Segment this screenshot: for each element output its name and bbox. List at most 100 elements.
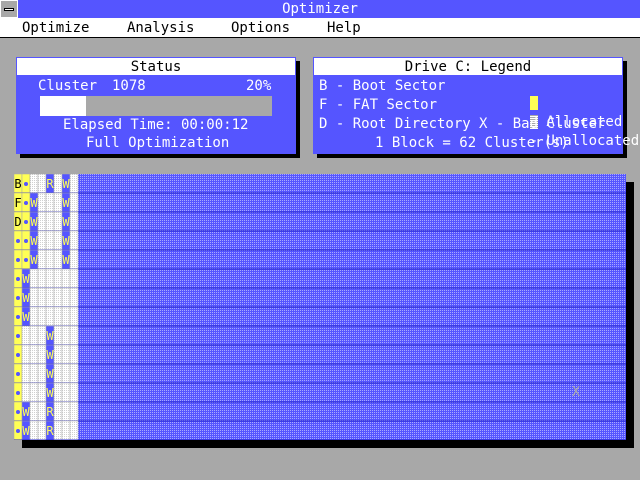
optimization-mode: Full Optimization — [86, 135, 230, 151]
map-block — [21, 363, 31, 384]
map-block — [29, 325, 39, 346]
map-block — [21, 344, 31, 365]
map-block-label: W — [46, 329, 54, 343]
map-block — [69, 306, 79, 327]
map-block — [53, 287, 63, 308]
map-block-label: B — [14, 177, 21, 191]
menu-options[interactable]: Options — [231, 19, 290, 37]
progress-percent: 20% — [246, 78, 272, 94]
map-block-label: W — [22, 405, 30, 419]
map-block — [53, 306, 63, 327]
map-block-label: W — [62, 215, 70, 229]
map-block — [61, 287, 71, 308]
cluster-value: 1078 — [112, 78, 146, 94]
system-menu-button[interactable] — [0, 0, 18, 18]
map-block-label: W — [46, 386, 54, 400]
map-block — [69, 192, 79, 213]
map-block — [69, 344, 79, 365]
map-block-label: W — [30, 234, 38, 248]
map-block — [37, 211, 47, 232]
map-block — [69, 211, 79, 232]
legend-bad-cluster: X - Bad Cluster — [479, 116, 606, 132]
map-block — [37, 287, 47, 308]
map-block-label: W — [46, 367, 54, 381]
map-block — [21, 325, 31, 346]
map-block — [53, 344, 63, 365]
map-block — [29, 287, 39, 308]
map-block — [61, 420, 71, 440]
map-block-label: F — [14, 196, 21, 210]
map-block — [53, 325, 63, 346]
status-title: Status — [16, 57, 296, 76]
map-block — [53, 420, 63, 440]
map-block — [69, 382, 79, 403]
map-block — [37, 382, 47, 403]
map-block — [69, 325, 79, 346]
map-block-label: W — [62, 253, 70, 267]
block-size: 1 Block = 62 Cluster(s) — [375, 135, 569, 151]
map-block — [45, 268, 55, 289]
progress-bar — [40, 96, 272, 116]
map-block — [69, 268, 79, 289]
allocated-dot — [16, 277, 20, 281]
map-block — [53, 363, 63, 384]
map-block-label: R — [46, 424, 54, 438]
map-block — [29, 382, 39, 403]
map-block — [61, 363, 71, 384]
map-block — [45, 306, 55, 327]
map-block — [61, 344, 71, 365]
menu-optimize[interactable]: Optimize — [22, 19, 89, 37]
allocated-dot — [16, 410, 20, 414]
map-block-label: W — [22, 310, 30, 324]
map-block — [29, 344, 39, 365]
map-block — [29, 268, 39, 289]
map-block — [37, 420, 47, 440]
map-block — [53, 192, 63, 213]
map-block — [69, 287, 79, 308]
title-bar: Optimizer — [0, 0, 640, 18]
map-block-label: W — [22, 424, 30, 438]
map-block — [21, 382, 31, 403]
map-block — [53, 268, 63, 289]
allocated-dot — [24, 258, 28, 262]
allocated-dot — [24, 239, 28, 243]
allocated-dot — [16, 258, 20, 262]
window-title: Optimizer — [282, 1, 358, 17]
map-shadow-bottom — [22, 440, 634, 448]
menu-analysis[interactable]: Analysis — [127, 19, 194, 37]
legend-fat-sector: F - FAT Sector — [319, 97, 438, 113]
map-block — [45, 211, 55, 232]
map-block — [53, 382, 63, 403]
cluster-label: Cluster — [38, 78, 98, 94]
map-block — [53, 401, 63, 422]
map-block-label: W — [62, 196, 70, 210]
elapsed-time: Elapsed Time: 00:00:12 — [63, 117, 249, 133]
map-block — [53, 230, 63, 251]
map-block-label: W — [22, 291, 30, 305]
map-block — [53, 174, 63, 194]
map-block-label: D — [14, 215, 21, 229]
map-block — [61, 306, 71, 327]
map-block — [61, 325, 71, 346]
map-block — [37, 192, 47, 213]
map-block — [61, 401, 71, 422]
map-block — [37, 306, 47, 327]
map-block — [69, 174, 79, 194]
map-block — [37, 230, 47, 251]
map-block — [53, 249, 63, 270]
map-block — [37, 401, 47, 422]
map-block — [69, 363, 79, 384]
map-block — [29, 401, 39, 422]
map-block-label: W — [46, 348, 54, 362]
map-block — [61, 382, 71, 403]
legend-title: Drive C: Legend — [313, 57, 623, 76]
map-block — [29, 174, 39, 194]
allocated-dot — [16, 391, 20, 395]
legend-panel: Drive C: Legend B - Boot Sector F - FAT … — [313, 57, 639, 154]
legend-root-directory: D - Root Directory — [319, 116, 471, 132]
map-block — [53, 211, 63, 232]
menu-help[interactable]: Help — [327, 19, 361, 37]
progress-fill — [40, 96, 87, 116]
allocated-dot — [24, 182, 28, 186]
map-block — [45, 287, 55, 308]
